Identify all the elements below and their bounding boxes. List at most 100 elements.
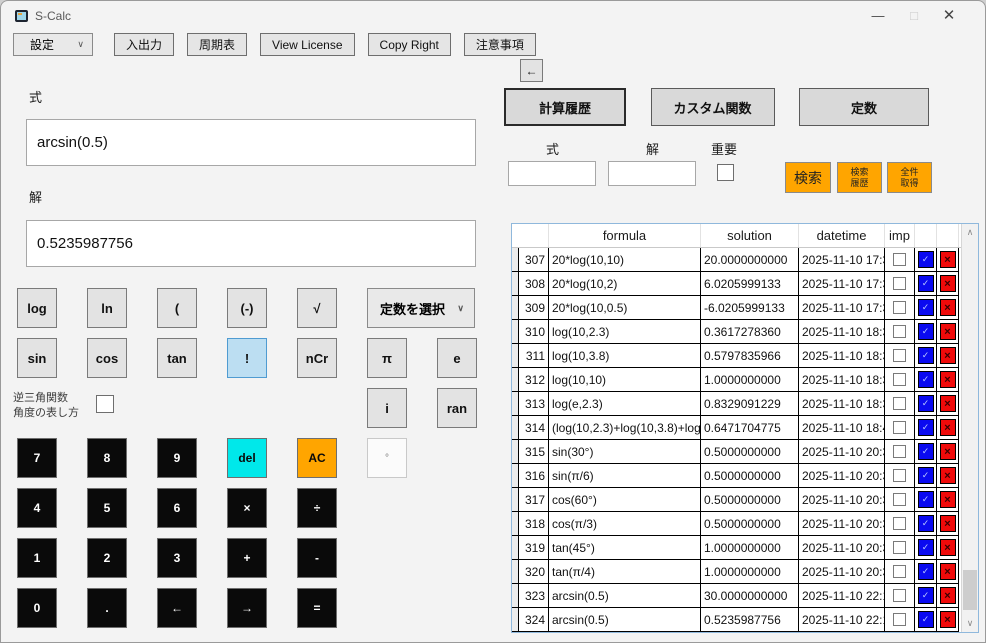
row-selector[interactable] <box>512 536 519 560</box>
inverse-trig-checkbox[interactable] <box>96 395 114 413</box>
mark-important-button[interactable]: ✓ <box>918 275 934 292</box>
degree-key[interactable]: ° <box>367 438 407 478</box>
imp-checkbox[interactable] <box>893 445 906 458</box>
settings-dropdown[interactable]: 設定 ∨ <box>13 33 93 56</box>
imp-checkbox[interactable] <box>893 613 906 626</box>
numpad-key-3-3[interactable]: → <box>227 588 267 628</box>
solution-input[interactable] <box>26 220 476 267</box>
row-selector[interactable] <box>512 272 519 296</box>
func-key-r1-4[interactable]: √ <box>297 288 337 328</box>
tab-button-1[interactable]: カスタム関数 <box>651 88 775 126</box>
row-selector[interactable] <box>512 440 519 464</box>
tab-button-0[interactable]: 計算履歴 <box>504 88 626 126</box>
search-formula-input[interactable] <box>508 161 596 186</box>
imp-checkbox[interactable] <box>893 565 906 578</box>
imp-checkbox[interactable] <box>893 301 906 314</box>
e-key[interactable]: e <box>437 338 477 378</box>
delete-row-button[interactable]: × <box>940 491 956 508</box>
row-selector[interactable] <box>512 560 519 584</box>
menu-button-1[interactable]: 周期表 <box>187 33 247 56</box>
mark-important-button[interactable]: ✓ <box>918 251 934 268</box>
numpad-key-2-4[interactable]: - <box>297 538 337 578</box>
search-history-button[interactable]: 検索 履歴 <box>837 162 882 193</box>
func-key-r2-2[interactable]: tan <box>157 338 197 378</box>
delete-row-button[interactable]: × <box>940 371 956 388</box>
row-selector[interactable] <box>512 320 519 344</box>
mark-important-button[interactable]: ✓ <box>918 371 934 388</box>
menu-button-2[interactable]: View License <box>260 33 355 56</box>
row-selector[interactable] <box>512 464 519 488</box>
imp-checkbox[interactable] <box>893 469 906 482</box>
delete-row-button[interactable]: × <box>940 443 956 460</box>
mark-important-button[interactable]: ✓ <box>918 299 934 316</box>
row-selector[interactable] <box>512 608 519 632</box>
row-selector[interactable] <box>512 344 519 368</box>
delete-row-button[interactable]: × <box>940 323 956 340</box>
numpad-key-1-3[interactable]: × <box>227 488 267 528</box>
delete-row-button[interactable]: × <box>940 299 956 316</box>
mark-important-button[interactable]: ✓ <box>918 539 934 556</box>
numpad-key-2-2[interactable]: 3 <box>157 538 197 578</box>
delete-row-button[interactable]: × <box>940 515 956 532</box>
imp-checkbox[interactable] <box>893 421 906 434</box>
mark-important-button[interactable]: ✓ <box>918 515 934 532</box>
mark-important-button[interactable]: ✓ <box>918 611 934 628</box>
ran-key[interactable]: ran <box>437 388 477 428</box>
func-key-r2-3[interactable]: ! <box>227 338 267 378</box>
numpad-key-2-3[interactable]: + <box>227 538 267 578</box>
imp-checkbox[interactable] <box>893 517 906 530</box>
imp-checkbox[interactable] <box>893 397 906 410</box>
mark-important-button[interactable]: ✓ <box>918 419 934 436</box>
mark-important-button[interactable]: ✓ <box>918 467 934 484</box>
constant-select-dropdown[interactable]: 定数を選択 ∨ <box>367 288 475 328</box>
imp-checkbox[interactable] <box>893 541 906 554</box>
mark-important-button[interactable]: ✓ <box>918 395 934 412</box>
delete-row-button[interactable]: × <box>940 395 956 412</box>
func-key-r2-1[interactable]: cos <box>87 338 127 378</box>
imp-checkbox[interactable] <box>893 493 906 506</box>
numpad-key-0-0[interactable]: 7 <box>17 438 57 478</box>
delete-row-button[interactable]: × <box>940 539 956 556</box>
delete-row-button[interactable]: × <box>940 563 956 580</box>
numpad-key-1-4[interactable]: ÷ <box>297 488 337 528</box>
numpad-key-3-0[interactable]: 0 <box>17 588 57 628</box>
menu-button-3[interactable]: Copy Right <box>368 33 451 56</box>
numpad-key-1-0[interactable]: 4 <box>17 488 57 528</box>
delete-row-button[interactable]: × <box>940 275 956 292</box>
delete-row-button[interactable]: × <box>940 251 956 268</box>
imp-checkbox[interactable] <box>893 349 906 362</box>
scroll-down-icon[interactable]: ∨ <box>962 615 978 632</box>
formula-input[interactable] <box>26 119 476 166</box>
numpad-key-1-1[interactable]: 5 <box>87 488 127 528</box>
search-solution-input[interactable] <box>608 161 696 186</box>
func-key-r1-3[interactable]: (-) <box>227 288 267 328</box>
func-key-r2-0[interactable]: sin <box>17 338 57 378</box>
mark-important-button[interactable]: ✓ <box>918 443 934 460</box>
func-key-r1-1[interactable]: ln <box>87 288 127 328</box>
numpad-key-3-2[interactable]: ← <box>157 588 197 628</box>
mark-important-button[interactable]: ✓ <box>918 563 934 580</box>
numpad-key-3-4[interactable]: = <box>297 588 337 628</box>
numpad-key-0-4[interactable]: AC <box>297 438 337 478</box>
imp-checkbox[interactable] <box>893 589 906 602</box>
search-important-checkbox[interactable] <box>717 164 734 181</box>
search-button[interactable]: 検索 <box>785 162 831 193</box>
numpad-key-2-0[interactable]: 1 <box>17 538 57 578</box>
numpad-key-0-2[interactable]: 9 <box>157 438 197 478</box>
delete-row-button[interactable]: × <box>940 587 956 604</box>
mark-important-button[interactable]: ✓ <box>918 491 934 508</box>
tab-button-2[interactable]: 定数 <box>799 88 929 126</box>
mark-important-button[interactable]: ✓ <box>918 587 934 604</box>
mark-important-button[interactable]: ✓ <box>918 347 934 364</box>
minimize-icon[interactable]: — <box>863 5 893 27</box>
row-selector[interactable] <box>512 368 519 392</box>
menu-button-0[interactable]: 入出力 <box>114 33 174 56</box>
delete-row-button[interactable]: × <box>940 347 956 364</box>
delete-row-button[interactable]: × <box>940 419 956 436</box>
func-key-r2-4[interactable]: nCr <box>297 338 337 378</box>
pi-key[interactable]: π <box>367 338 407 378</box>
func-key-r1-0[interactable]: log <box>17 288 57 328</box>
row-selector[interactable] <box>512 392 519 416</box>
row-selector[interactable] <box>512 416 519 440</box>
row-selector[interactable] <box>512 488 519 512</box>
